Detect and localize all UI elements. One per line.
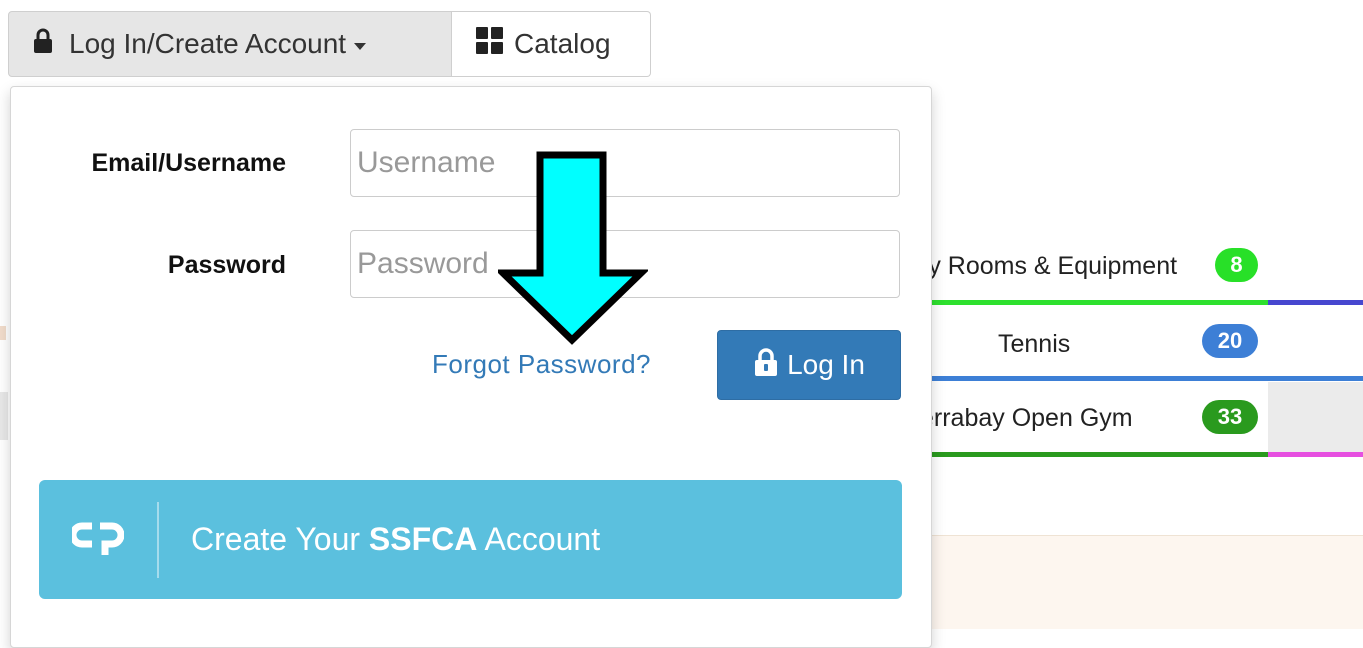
background-edge-mark xyxy=(0,326,6,340)
login-button[interactable]: Log In xyxy=(717,330,901,400)
category-highlight xyxy=(1268,382,1363,452)
category-count-badge: 8 xyxy=(1215,248,1258,282)
grid-icon xyxy=(476,26,504,62)
create-account-suffix: Account xyxy=(477,521,601,557)
background-edge-mark xyxy=(0,392,8,440)
background-panel xyxy=(920,535,1363,629)
category-name: errabay Open Gym xyxy=(920,404,1133,432)
category-item[interactable]: ry Rooms & Equipment 8 xyxy=(920,230,1363,306)
category-underline xyxy=(1268,300,1363,305)
category-underline xyxy=(1268,452,1363,457)
create-account-prefix: Create Your xyxy=(191,521,369,557)
down-arrow-pointer-icon xyxy=(494,150,650,351)
category-underline xyxy=(920,300,1268,305)
create-account-button[interactable]: Create Your SSFCA Account xyxy=(39,480,902,599)
brand-logo-icon xyxy=(39,501,159,578)
caret-down-icon xyxy=(354,42,367,50)
category-name: Tennis xyxy=(998,330,1071,358)
category-underline xyxy=(920,376,1363,381)
top-toolbar: Log In/Create Account Catalog xyxy=(8,11,651,79)
email-label: Email/Username xyxy=(91,149,286,177)
category-item[interactable]: Tennis 20 xyxy=(920,306,1363,382)
create-account-brand: SSFCA xyxy=(368,521,478,557)
category-underline xyxy=(920,452,1268,457)
lock-icon xyxy=(753,347,779,384)
login-dropdown-panel: Email/Username Password Forgot Password?… xyxy=(10,86,932,648)
create-account-label: Create Your SSFCA Account xyxy=(191,521,600,558)
category-count-badge: 20 xyxy=(1202,324,1258,358)
catalog-label: Catalog xyxy=(514,28,611,59)
forgot-password-link[interactable]: Forgot Password? xyxy=(432,349,651,380)
catalog-button[interactable]: Catalog xyxy=(452,11,651,77)
category-item[interactable]: errabay Open Gym 33 xyxy=(920,382,1363,458)
category-name: ry Rooms & Equipment xyxy=(920,252,1178,280)
login-dropdown-toggle[interactable]: Log In/Create Account xyxy=(8,11,452,77)
lock-icon xyxy=(33,28,53,61)
login-dropdown-label: Log In/Create Account xyxy=(69,28,347,59)
password-label: Password xyxy=(167,251,286,279)
category-count-badge: 33 xyxy=(1202,400,1258,434)
login-button-label: Log In xyxy=(787,349,865,380)
